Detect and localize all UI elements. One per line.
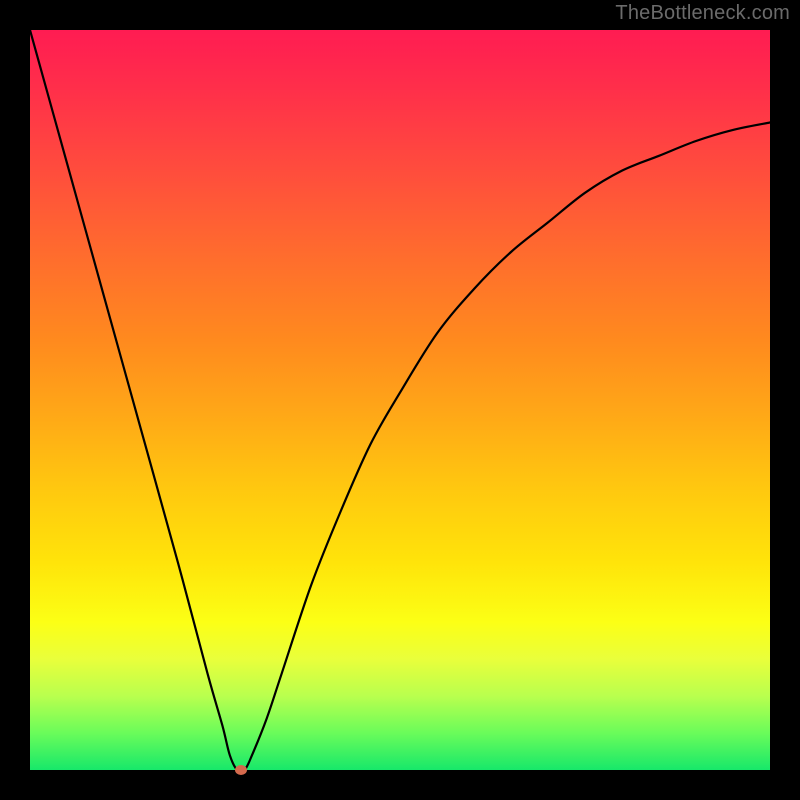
watermark-text: TheBottleneck.com <box>615 2 790 25</box>
chart-frame: TheBottleneck.com <box>0 0 800 800</box>
optimum-marker <box>235 765 247 775</box>
plot-area <box>30 30 770 770</box>
bottleneck-curve <box>30 30 770 770</box>
